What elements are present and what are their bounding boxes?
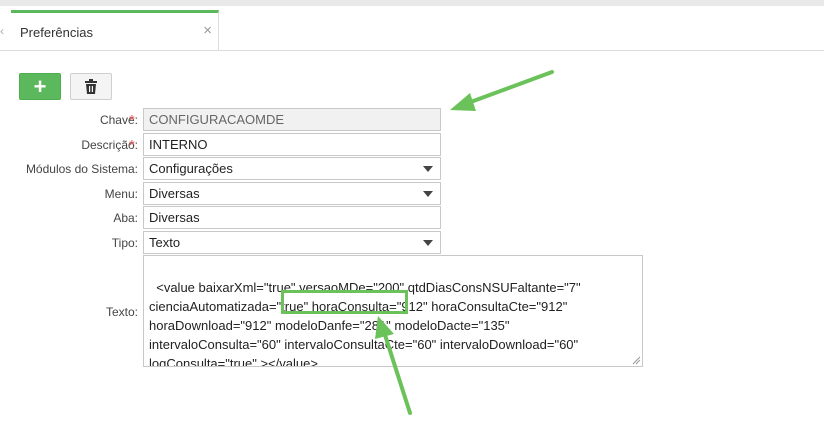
tipo-label: Tipo:: [111, 236, 138, 250]
trash-icon: [85, 79, 97, 94]
menu-select[interactable]: Diversas: [143, 182, 441, 205]
chevron-down-icon[interactable]: [423, 191, 433, 197]
required-marker: *: [129, 137, 135, 154]
menu-value: Diversas: [149, 186, 200, 201]
close-icon[interactable]: ×: [203, 23, 212, 38]
aba-label: Aba:: [113, 211, 138, 225]
tab-label: Preferências: [20, 25, 93, 40]
delete-button[interactable]: [70, 73, 112, 100]
aba-field[interactable]: Diversas: [143, 206, 441, 229]
chave-field[interactable]: CONFIGURACAOMDE: [143, 108, 441, 131]
tipo-value: Texto: [149, 235, 181, 250]
plus-icon: +: [33, 73, 47, 99]
annotation-arrow-chave: [450, 70, 554, 111]
annotation-highlight-box: [281, 290, 408, 314]
modulos-value: Configurações: [149, 161, 233, 176]
texto-label: Texto:: [105, 305, 138, 319]
chevron-down-icon[interactable]: [423, 166, 433, 172]
tipo-select[interactable]: Texto: [143, 231, 441, 254]
chevron-down-icon[interactable]: [423, 240, 433, 246]
tab-scroll-left-icon[interactable]: ‹: [0, 24, 4, 38]
resize-grip-icon[interactable]: [631, 355, 641, 365]
tab-strip: ‹ Preferências ×: [0, 6, 824, 51]
tab-preferencias[interactable]: Preferências ×: [11, 10, 219, 50]
menu-label: Menu:: [104, 187, 138, 201]
modulos-label: Módulos do Sistema:: [25, 162, 138, 176]
modulos-select[interactable]: Configurações: [143, 157, 441, 180]
descricao-field[interactable]: INTERNO: [143, 133, 441, 156]
add-button[interactable]: +: [19, 73, 61, 100]
required-marker: *: [129, 112, 135, 129]
